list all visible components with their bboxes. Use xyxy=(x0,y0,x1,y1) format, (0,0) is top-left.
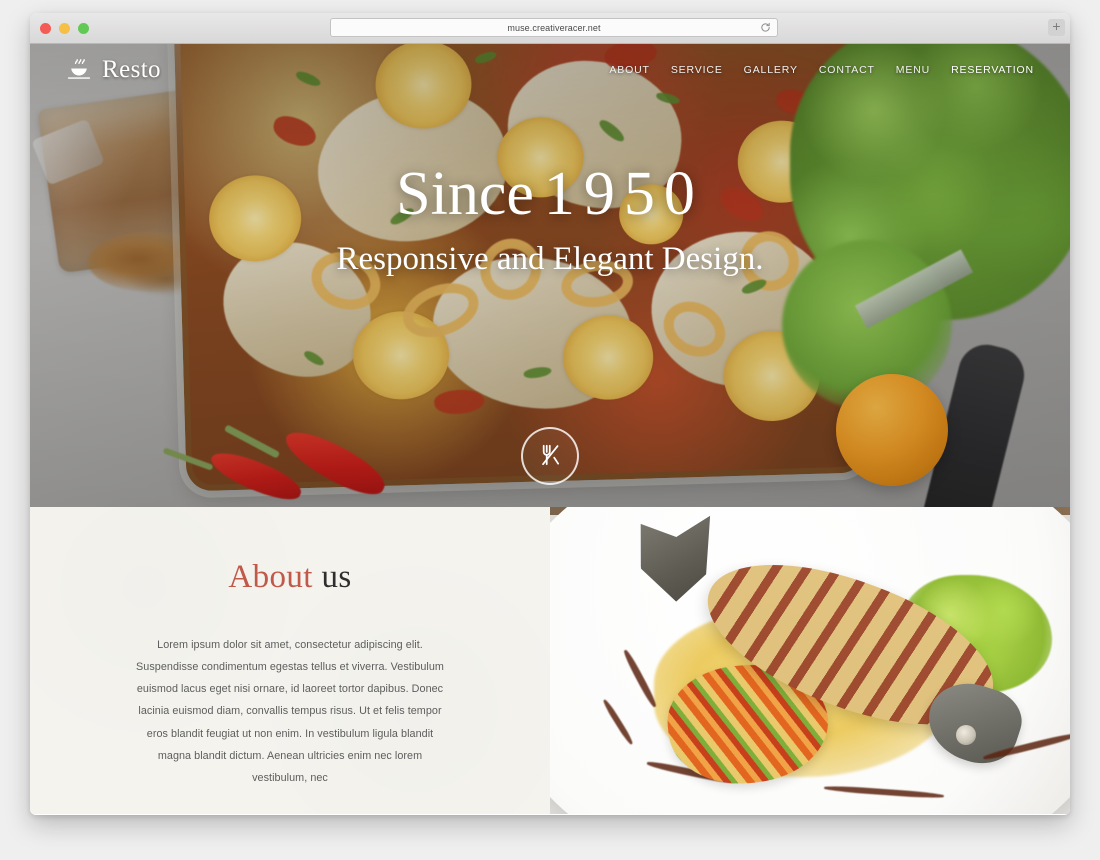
brand-logo[interactable]: Resto xyxy=(66,56,161,84)
nav-item-service[interactable]: SERVICE xyxy=(671,64,723,76)
hero-title-year: 1950 xyxy=(543,160,704,228)
about-heading: About us xyxy=(76,559,504,596)
hero-title-prefix: Since xyxy=(396,160,534,228)
reload-icon[interactable] xyxy=(760,22,771,33)
nav-item-contact[interactable]: CONTACT xyxy=(819,64,875,76)
browser-window: muse.creativeracer.net + Resto ABOUT SER… xyxy=(30,13,1070,815)
maximize-window-button[interactable] xyxy=(78,23,89,34)
address-bar[interactable]: muse.creativeracer.net xyxy=(330,18,778,37)
site-header: Resto ABOUT SERVICE GALLERY CONTACT MENU… xyxy=(30,44,1070,96)
page-viewport: Resto ABOUT SERVICE GALLERY CONTACT MENU… xyxy=(30,44,1070,814)
new-tab-button[interactable]: + xyxy=(1048,19,1065,36)
hero-title: Since 1950 xyxy=(30,160,1070,228)
soup-bowl-icon xyxy=(66,59,92,81)
nav-item-menu[interactable]: MENU xyxy=(896,64,930,76)
about-heading-accent: About xyxy=(228,559,313,595)
hero-section: Resto ABOUT SERVICE GALLERY CONTACT MENU… xyxy=(30,44,1070,507)
nav-item-reservation[interactable]: RESERVATION xyxy=(951,64,1034,76)
brand-name: Resto xyxy=(102,56,161,83)
url-text: muse.creativeracer.net xyxy=(507,22,601,33)
about-body-text: Lorem ipsum dolor sit amet, consectetur … xyxy=(136,639,444,784)
close-window-button[interactable] xyxy=(40,23,51,34)
about-text-column: About us Lorem ipsum dolor sit amet, con… xyxy=(30,507,550,814)
nav-item-gallery[interactable]: GALLERY xyxy=(744,64,798,76)
fork-knife-icon[interactable] xyxy=(521,427,579,485)
window-controls xyxy=(40,23,89,34)
browser-titlebar: muse.creativeracer.net + xyxy=(30,13,1070,44)
about-heading-rest: us xyxy=(312,559,352,595)
about-section: About us Lorem ipsum dolor sit amet, con… xyxy=(30,507,1070,814)
main-navigation: ABOUT SERVICE GALLERY CONTACT MENU RESER… xyxy=(609,64,1034,76)
hero-subtitle: Responsive and Elegant Design. xyxy=(336,241,764,278)
hero-copy: Since 1950 Responsive and Elegant Design. xyxy=(30,160,1070,278)
nav-item-about[interactable]: ABOUT xyxy=(609,64,649,76)
minimize-window-button[interactable] xyxy=(59,23,70,34)
about-image xyxy=(550,507,1070,814)
